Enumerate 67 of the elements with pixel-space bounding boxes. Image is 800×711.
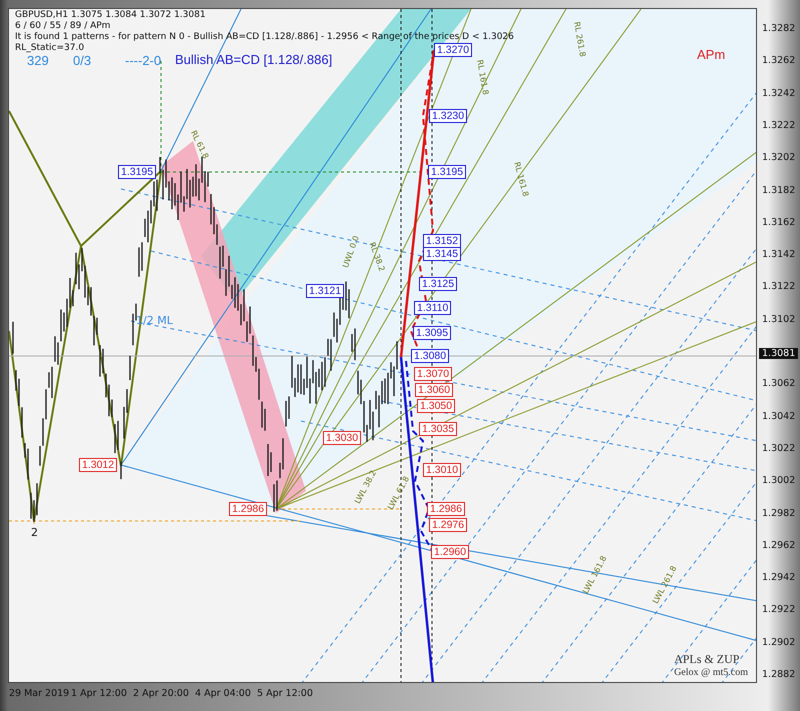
price-label: 1.3060 xyxy=(415,383,454,397)
chart-annotation: 2 xyxy=(31,526,38,539)
price-tick: 1.3182 xyxy=(762,184,796,196)
price-tick: 1.3102 xyxy=(762,314,796,325)
price-label: 1.3195 xyxy=(428,165,466,179)
price-label: 1.2976 xyxy=(429,518,468,532)
line-level-label: LWL 61.8 xyxy=(386,474,412,512)
price-tick: 1.3262 xyxy=(762,55,796,66)
price-label: 1.3110 xyxy=(414,301,452,315)
price-label: 1.3070 xyxy=(414,367,452,381)
symbol-quote-line: GBPUSD,H1 1.3075 1.3084 1.3072 1.3081 xyxy=(15,10,206,21)
price-label: 1.3030 xyxy=(323,431,362,445)
price-tick: 1.3122 xyxy=(762,281,796,292)
line-level-label: UWL 0.0 xyxy=(341,234,361,270)
price-tick: 1.2922 xyxy=(762,604,796,616)
price-label: 1.3050 xyxy=(417,399,456,413)
price-tick: 1.3022 xyxy=(762,442,796,454)
current-price-tag: 1.3081 xyxy=(759,348,798,359)
price-tick: 1.3042 xyxy=(762,410,796,422)
price-label: 1.3012 xyxy=(79,458,118,472)
price-label: 1.3121 xyxy=(306,284,344,298)
counter-text: ----2-0 xyxy=(125,53,162,68)
price-tick: 1.3242 xyxy=(762,88,796,99)
price-tick: 1.3222 xyxy=(762,120,796,131)
price-tick: 1.3202 xyxy=(762,152,796,164)
price-label: 1.2960 xyxy=(431,545,470,559)
time-tick: 2 Apr 20:00 xyxy=(132,688,190,698)
price-label: 1.3145 xyxy=(423,247,462,261)
time-tick: 4 Apr 04:00 xyxy=(194,688,252,698)
pattern-title: Bullish AB=CD [1.128/.886] xyxy=(175,52,332,67)
line-level-label: RL 161.8 xyxy=(475,59,490,96)
counter-text: 329 xyxy=(27,53,49,68)
price-tick: 1.3142 xyxy=(762,249,796,260)
price-tick: 1.3002 xyxy=(762,475,796,486)
signature-title: APLs & ZUP xyxy=(674,652,740,667)
line-level-label: LWL 38.2 xyxy=(353,468,378,506)
line-level-label: RL 261.8 xyxy=(572,21,588,58)
indicator-params: 6 / 60 / 55 / 89 / APm xyxy=(15,21,110,32)
line-level-label: RL 161.8 xyxy=(512,161,530,198)
price-label: 1.3270 xyxy=(434,43,472,57)
price-tick: 1.2942 xyxy=(762,572,796,584)
counter-text: 0/3 xyxy=(73,53,92,68)
price-label: 1.2986 xyxy=(229,502,268,516)
time-tick: 29 Mar 2019 xyxy=(8,688,70,698)
price-tick: 1.2902 xyxy=(762,636,796,648)
price-label: 1.3152 xyxy=(423,234,462,248)
price-label: 1.3010 xyxy=(423,463,462,477)
indicator-tag: APm xyxy=(697,47,726,62)
line-level-label: RL 61.8 xyxy=(188,129,210,160)
time-tick: 5 Apr 12:00 xyxy=(256,688,314,698)
line-level-label: RL 38.2 xyxy=(368,241,386,273)
price-label: 1.3195 xyxy=(118,165,156,179)
price-label: 1.3125 xyxy=(419,277,458,291)
price-label: 1.2986 xyxy=(427,502,466,516)
price-tick: 1.2882 xyxy=(762,669,796,680)
price-label: 1.3080 xyxy=(411,349,450,363)
price-tick: 1.3282 xyxy=(762,23,796,34)
price-tick: 1.2982 xyxy=(762,508,796,518)
price-label: 1.3035 xyxy=(419,422,458,436)
signature-credit: Gelox @ mt5.com xyxy=(674,667,748,678)
time-tick: 1 Apr 12:00 xyxy=(70,688,128,698)
price-tick: 1.2962 xyxy=(762,540,796,551)
price-tick: 1.3062 xyxy=(762,378,796,390)
rl-static-text: RL_Static=37.0 xyxy=(15,43,84,54)
price-label: 1.3230 xyxy=(429,109,468,123)
price-label: 1.3095 xyxy=(413,326,452,340)
price-tick: 1.3162 xyxy=(762,216,796,228)
